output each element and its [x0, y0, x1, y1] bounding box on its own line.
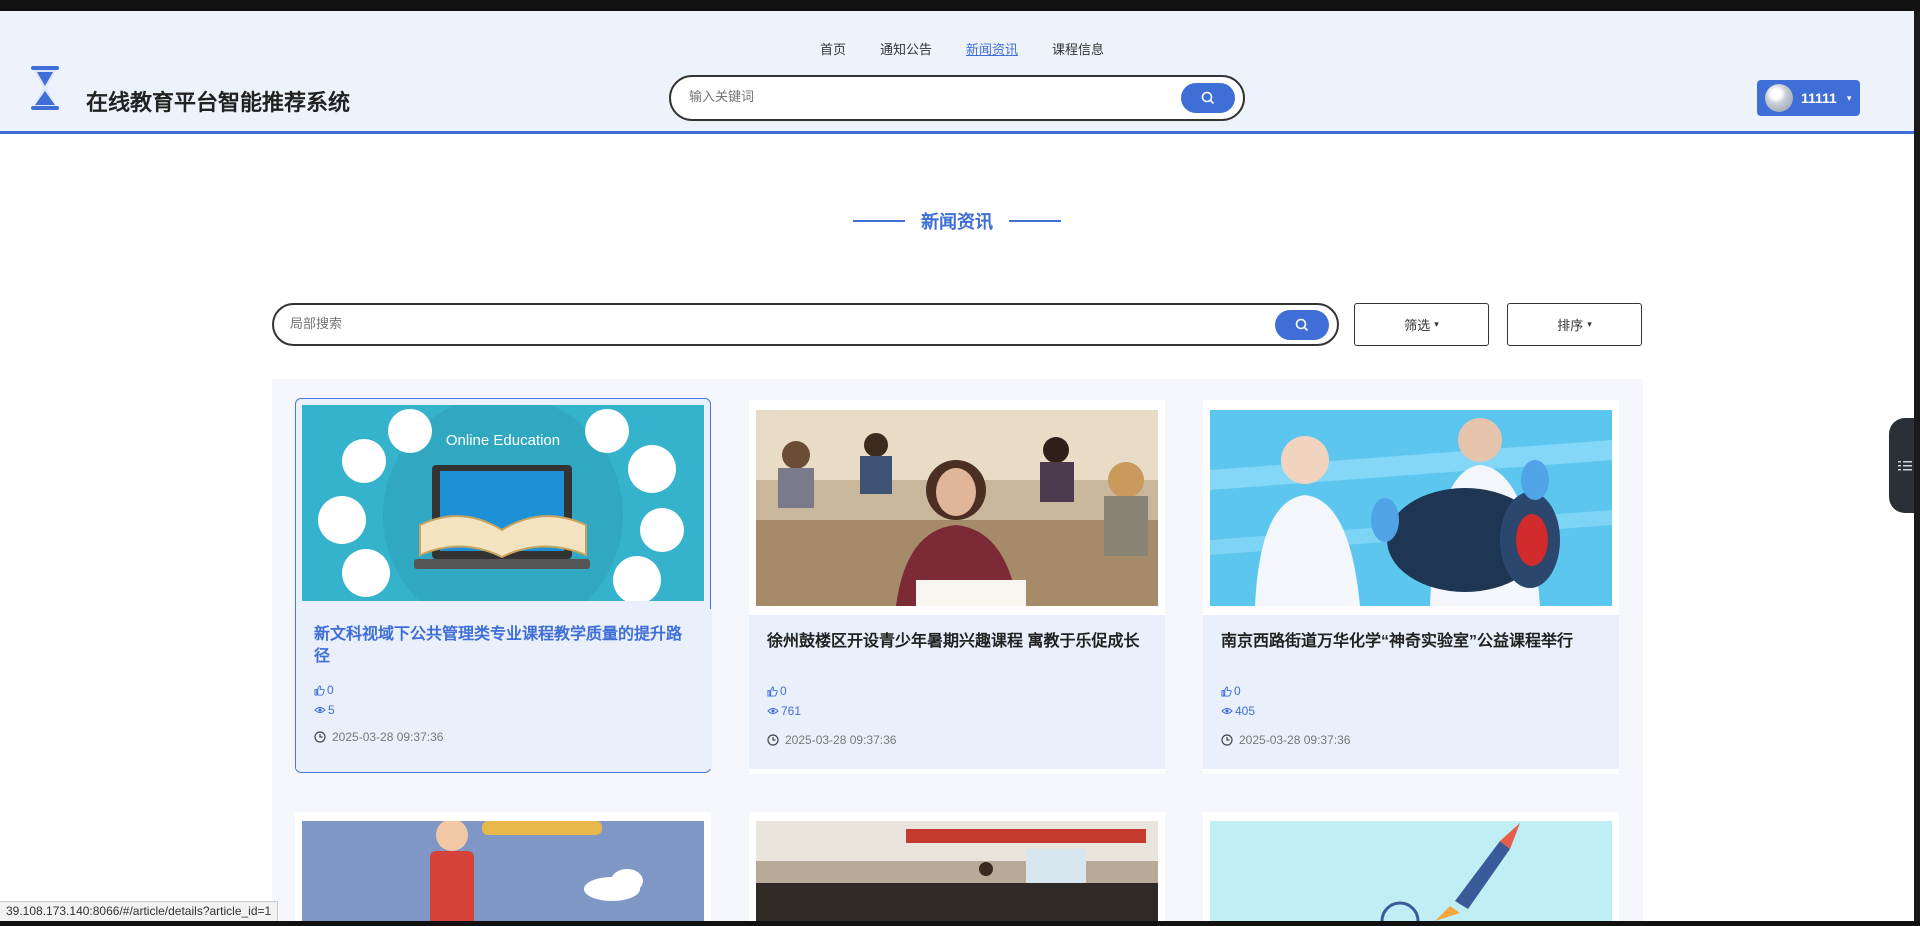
clock-icon	[314, 731, 326, 743]
view-count: 761	[767, 704, 801, 718]
like-value: 0	[780, 684, 787, 698]
online-education-image: Online Education	[302, 405, 704, 601]
nav-home[interactable]: 首页	[820, 39, 846, 58]
user-name: 11111	[1801, 90, 1837, 106]
thumbs-up-icon	[314, 684, 325, 696]
news-card-image	[1210, 410, 1612, 606]
local-search-box	[272, 303, 1339, 346]
news-card-body: 徐州鼓楼区开设青少年暑期兴趣课程 寓教于乐促成长 0 761 2025-03-2…	[749, 615, 1165, 774]
view-value: 405	[1235, 704, 1256, 718]
caret-down-icon: ▾	[1587, 319, 1592, 329]
view-value: 761	[781, 704, 802, 718]
news-card-title[interactable]: 南京西路街道万华化学“神奇实验室”公益课程举行	[1221, 631, 1601, 653]
news-card-image: Online Education	[302, 405, 704, 601]
like-value: 0	[1234, 684, 1241, 698]
heading-line-right	[1009, 220, 1061, 222]
main-nav: 首页 通知公告 新闻资讯 课程信息	[0, 39, 1914, 58]
news-card[interactable]	[749, 812, 1165, 926]
classroom-image	[756, 410, 1158, 606]
status-bar-url: 39.108.173.140:8066/#/article/details?ar…	[0, 901, 279, 921]
view-count: 5	[314, 703, 335, 717]
filter-label: 筛选	[1404, 318, 1431, 333]
publish-date: 2025-03-28 09:37:36	[314, 730, 443, 744]
publish-date: 2025-03-28 09:37:36	[767, 733, 896, 747]
news-card-title[interactable]: 徐州鼓楼区开设青少年暑期兴趣课程 寓教于乐促成长	[767, 631, 1147, 653]
sort-label: 排序	[1557, 318, 1584, 333]
section-heading: 新闻资讯	[0, 208, 1914, 234]
browser-scrollbar[interactable]	[1914, 11, 1920, 926]
view-count: 405	[1221, 704, 1255, 718]
nav-news[interactable]: 新闻资讯	[966, 39, 1018, 58]
news-card[interactable]: 南京西路街道万华化学“神奇实验室”公益课程举行 0 405 2025-03-28…	[1203, 400, 1619, 774]
news-card[interactable]	[295, 812, 711, 926]
news-card-image	[1210, 821, 1612, 926]
search-icon	[1201, 91, 1215, 105]
news-card-title[interactable]: 新文科视域下公共管理类专业课程教学质量的提升路径	[314, 624, 694, 668]
news-card[interactable]	[1203, 812, 1619, 926]
ideas-rocket-image	[1210, 821, 1612, 926]
news-card-body: 新文科视域下公共管理类专业课程教学质量的提升路径 0 5 2025-03-28 …	[296, 609, 712, 769]
like-count: 0	[767, 684, 787, 698]
news-card[interactable]: Online Education 新文科视域下公共管理类专业课程教学质量的提升路…	[295, 398, 712, 773]
search-icon	[1295, 318, 1309, 332]
header-search-button[interactable]	[1181, 83, 1235, 113]
date-value: 2025-03-28 09:37:36	[785, 733, 897, 747]
clock-icon	[1221, 734, 1233, 746]
news-card-image	[302, 821, 704, 926]
list-menu-icon	[1897, 460, 1912, 470]
header-search-box	[669, 75, 1245, 121]
view-value: 5	[328, 703, 335, 717]
eye-icon	[314, 707, 326, 713]
site-header: 首页 通知公告 新闻资讯 课程信息 在线教育平台智能推荐系统 11111 ▾	[0, 11, 1914, 134]
lecture-hall-image	[756, 821, 1158, 926]
like-value: 0	[327, 683, 334, 697]
news-card-image	[756, 410, 1158, 606]
eye-icon	[1221, 708, 1233, 714]
thumbs-up-icon	[767, 685, 778, 697]
browser-bottom-edge	[0, 921, 1920, 926]
nav-courses[interactable]: 课程信息	[1052, 39, 1104, 58]
browser-top-edge	[0, 0, 1920, 11]
section-title: 新闻资讯	[921, 212, 993, 232]
thumbs-up-icon	[1221, 685, 1232, 697]
caret-down-icon: ▾	[1846, 92, 1852, 103]
local-search-input[interactable]	[290, 316, 1190, 331]
telescope-image	[302, 821, 704, 926]
like-count: 0	[1221, 684, 1241, 698]
svg-text:Online Education: Online Education	[446, 432, 560, 449]
like-count: 0	[314, 683, 334, 697]
sort-dropdown[interactable]: 排序 ▾	[1507, 303, 1642, 346]
header-search-input[interactable]	[689, 89, 1149, 104]
science-lab-image	[1210, 410, 1612, 606]
news-card[interactable]: 徐州鼓楼区开设青少年暑期兴趣课程 寓教于乐促成长 0 761 2025-03-2…	[749, 400, 1165, 774]
date-value: 2025-03-28 09:37:36	[332, 730, 444, 744]
date-value: 2025-03-28 09:37:36	[1239, 733, 1351, 747]
filter-dropdown[interactable]: 筛选 ▾	[1354, 303, 1489, 346]
heading-line-left	[853, 220, 905, 222]
news-card-image	[756, 821, 1158, 926]
user-menu-button[interactable]: 11111 ▾	[1757, 80, 1860, 116]
avatar	[1765, 84, 1793, 112]
eye-icon	[767, 708, 779, 714]
publish-date: 2025-03-28 09:37:36	[1221, 733, 1350, 747]
site-title: 在线教育平台智能推荐系统	[86, 90, 351, 115]
hourglass-logo-icon	[31, 66, 59, 110]
nav-notices[interactable]: 通知公告	[880, 39, 932, 58]
local-search-button[interactable]	[1275, 310, 1329, 340]
caret-down-icon: ▾	[1434, 319, 1439, 329]
clock-icon	[767, 734, 779, 746]
news-card-body: 南京西路街道万华化学“神奇实验室”公益课程举行 0 405 2025-03-28…	[1203, 615, 1619, 774]
